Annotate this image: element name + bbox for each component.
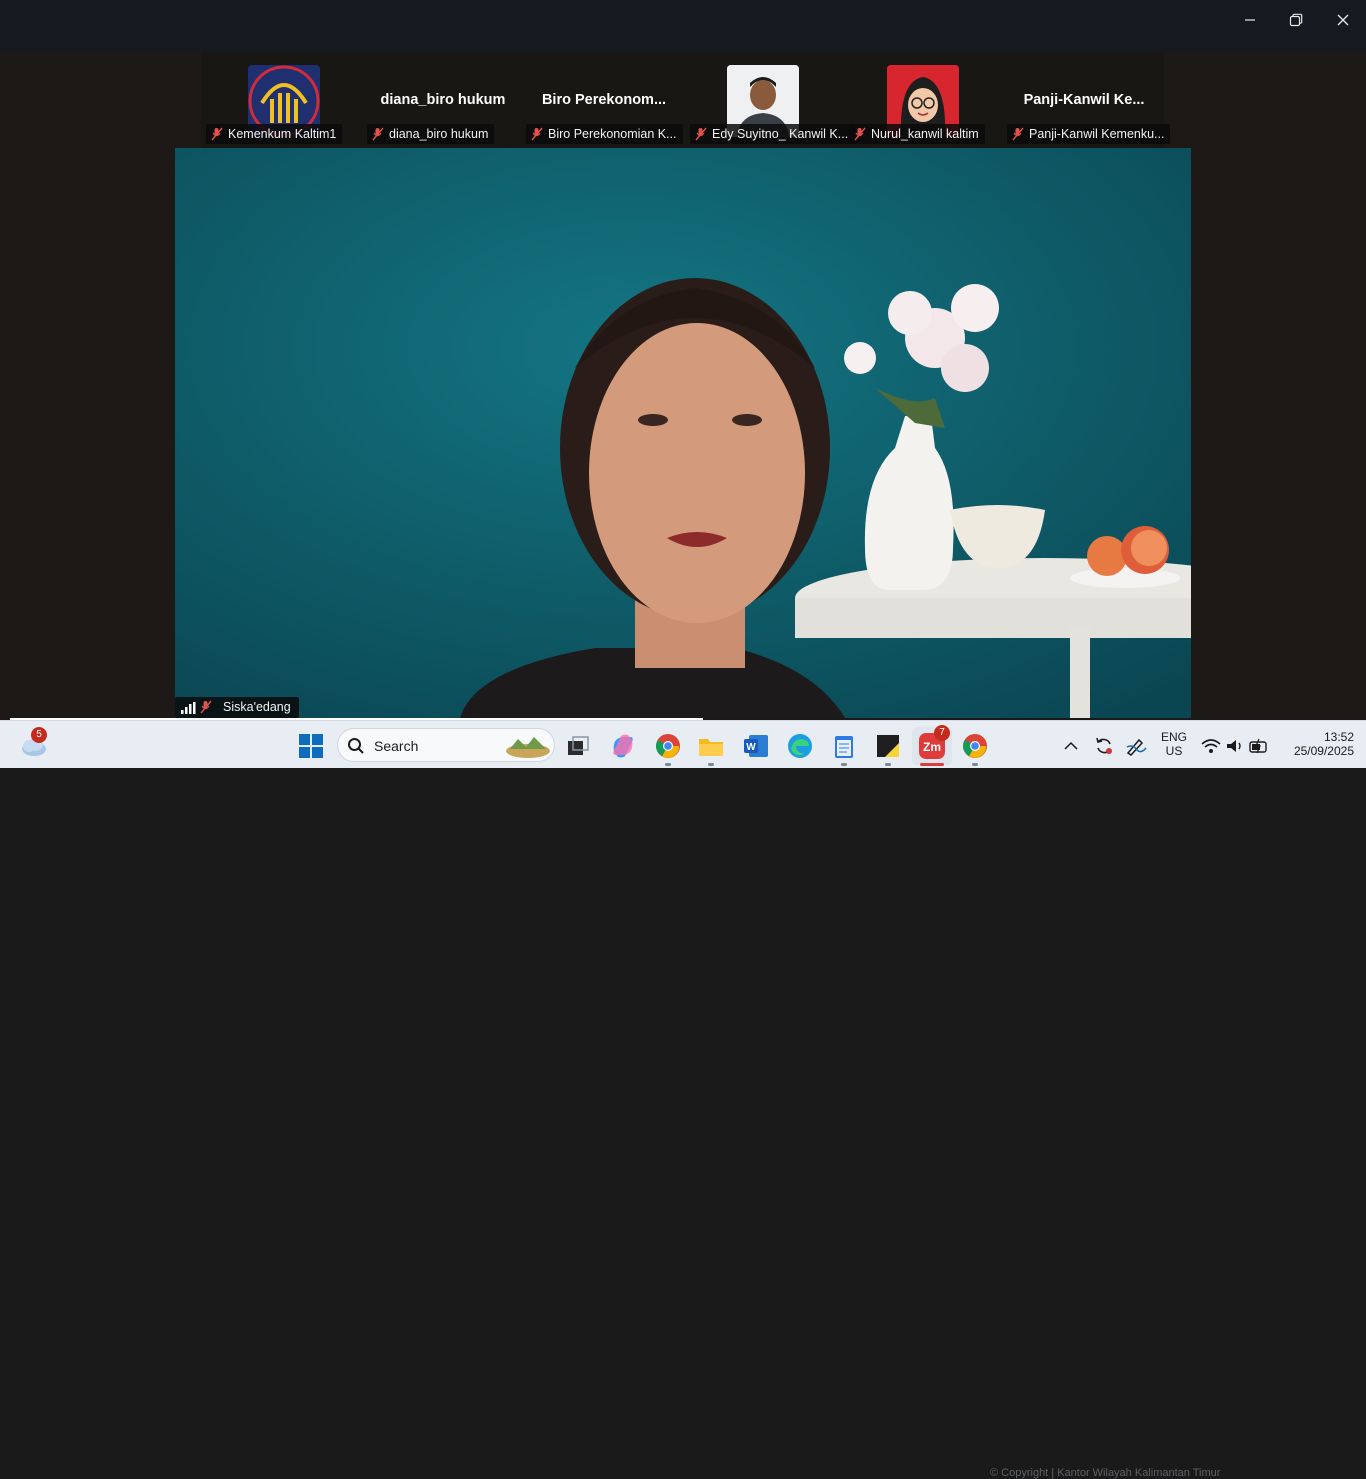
sticky-notes-button[interactable] [871, 729, 905, 766]
minimize-icon [1245, 19, 1255, 21]
pen-tray-button[interactable] [1122, 729, 1150, 763]
participant-tile[interactable]: Panji-Kanwil Ke... Panji-Kanwil Kemenku.… [1004, 52, 1171, 148]
mic-muted-icon [531, 127, 543, 141]
word-button[interactable]: W [739, 729, 773, 763]
clock-time: 13:52 [1323, 730, 1354, 744]
mic-muted-icon [211, 127, 223, 141]
show-hidden-icons-button[interactable] [1058, 729, 1084, 763]
mic-muted-icon [372, 127, 384, 141]
taskbar: 5 Search W Zm 7 © Copyright | Kantor Wil… [0, 720, 1366, 1479]
participant-name: Biro Perekonomian K... [548, 127, 677, 141]
sticky-notes-icon [877, 735, 899, 757]
chrome-profile-button[interactable] [651, 729, 685, 766]
minimize-button[interactable] [1227, 0, 1273, 40]
close-button[interactable] [1320, 0, 1366, 40]
participant-tile[interactable]: diana_biro hukum diana_biro hukum [363, 52, 523, 148]
sync-tray-button[interactable] [1090, 729, 1118, 763]
speaker-video-frame [175, 148, 1191, 718]
restore-icon [1289, 13, 1303, 27]
running-indicator [841, 763, 847, 766]
participant-tile[interactable]: Biro Perekonom... Biro Perekonomian K... [524, 52, 684, 148]
svg-text:W: W [746, 742, 756, 753]
close-icon [1337, 14, 1349, 26]
participant-name: Kemenkum Kaltim1 [228, 127, 337, 141]
wifi-icon [1201, 739, 1221, 753]
mic-muted-icon [1012, 127, 1024, 141]
mic-muted-icon [854, 127, 866, 141]
participant-name-label: Panji-Kanwil Kemenku... [1007, 124, 1171, 144]
participant-name: Panji-Kanwil Kemenku... [1029, 127, 1165, 141]
participant-name: diana_biro hukum [389, 127, 489, 141]
search-highlight-illustration-icon [506, 737, 550, 758]
window-title-bar [0, 0, 1366, 52]
participant-name-label: Nurul_kanwil kaltim [849, 124, 985, 144]
edge-icon [788, 734, 812, 758]
language-indicator[interactable]: ENG US [1156, 730, 1192, 758]
weather-widget[interactable]: 5 [15, 727, 51, 763]
chrome-icon [656, 734, 680, 758]
keyboard-layout: US [1165, 744, 1183, 758]
participant-tile[interactable]: Kemenkum Kaltim1 [202, 52, 362, 148]
task-view-icon [568, 736, 589, 755]
participant-name: Nurul_kanwil kaltim [871, 127, 979, 141]
mic-muted-icon [200, 700, 212, 714]
speaker-name: Siska'edang [223, 700, 291, 714]
quick-settings-button[interactable] [1198, 729, 1272, 763]
folder-icon [699, 739, 723, 756]
active-speaker-video[interactable] [175, 148, 1191, 718]
mic-muted-icon [695, 127, 707, 141]
edge-button[interactable] [783, 729, 817, 763]
participant-strip: Kemenkum Kaltim1 diana_biro hukum diana_… [201, 52, 1171, 148]
copilot-button[interactable] [606, 729, 640, 763]
running-indicator [972, 763, 978, 766]
file-explorer-button[interactable] [694, 729, 728, 766]
language-code: ENG [1160, 730, 1187, 744]
weather-badge: 5 [31, 727, 47, 743]
chrome-button[interactable] [958, 729, 992, 766]
search-placeholder: Search [374, 738, 419, 754]
chevron-up-icon [1064, 741, 1078, 750]
participant-tile[interactable]: Nurul_kanwil kaltim [846, 52, 1006, 148]
start-button[interactable] [294, 729, 328, 763]
participant-name-label: Kemenkum Kaltim1 [206, 124, 343, 144]
svg-text:Zm: Zm [923, 740, 941, 754]
running-indicator [708, 763, 714, 766]
copilot-icon [613, 734, 633, 758]
participant-name-label: Edy Suyitno_ Kanwil K... [690, 124, 855, 144]
search-icon [348, 738, 364, 754]
signal-strength-icon [181, 702, 196, 714]
windows-logo-icon [299, 734, 323, 758]
participant-name-label: Biro Perekonomian K... [526, 124, 683, 144]
restore-button[interactable] [1273, 0, 1319, 40]
participant-name-label: diana_biro hukum [367, 124, 495, 144]
running-indicator [885, 763, 891, 766]
chrome-icon [963, 734, 987, 758]
task-view-button[interactable] [561, 729, 595, 763]
participant-tile[interactable]: Edy Suyitno_ Kanwil K... [685, 52, 855, 148]
active-speaker-label: Siska'edang [175, 697, 299, 718]
participant-display-name: diana_biro hukum [380, 92, 506, 108]
notepad-icon [835, 736, 853, 758]
notepad-button[interactable] [827, 729, 861, 766]
zoom-badge: 7 [934, 725, 950, 741]
clock[interactable]: 13:52 25/09/2025 [1278, 730, 1354, 758]
participant-display-name: Biro Perekonom... [541, 92, 667, 108]
zoom-button[interactable]: Zm 7 [912, 725, 952, 766]
volume-icon [1227, 740, 1241, 752]
taskbar-search-box[interactable]: Search [337, 728, 555, 762]
active-indicator [920, 763, 944, 766]
participant-display-name: Panji-Kanwil Ke... [1023, 92, 1145, 108]
clock-date: 25/09/2025 [1293, 744, 1354, 758]
word-icon: W [744, 735, 768, 757]
battery-icon [1249, 738, 1267, 754]
participant-name: Edy Suyitno_ Kanwil K... [712, 127, 849, 141]
sync-icon [1096, 737, 1112, 754]
pen-icon [1126, 738, 1147, 756]
watermark-text: © Copyright | Kantor Wilayah Kalimantan … [990, 1467, 1221, 1479]
running-indicator [665, 763, 671, 766]
